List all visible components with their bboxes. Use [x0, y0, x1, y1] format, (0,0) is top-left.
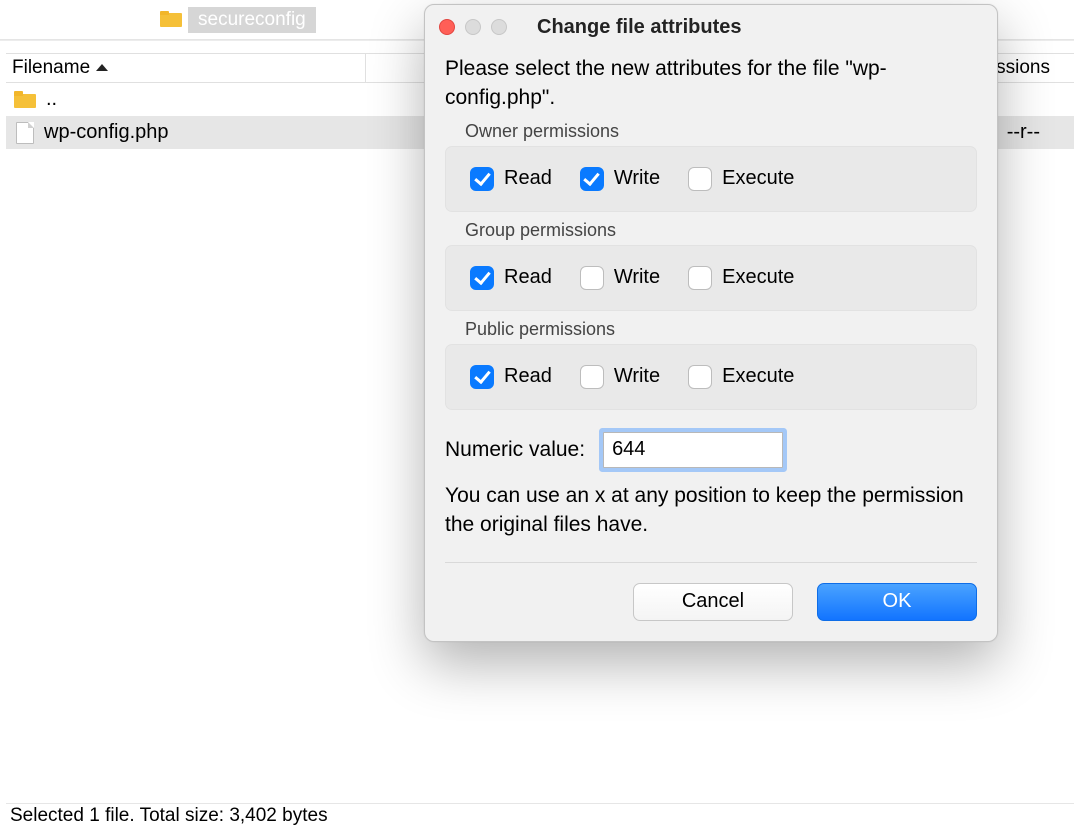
- owner-write-checkbox[interactable]: Write: [580, 167, 660, 191]
- checkbox-label: Execute: [722, 365, 794, 388]
- permissions-cell: --r--: [1007, 121, 1074, 144]
- group-box: Read Write Execute: [445, 344, 977, 410]
- public-permissions-group: Public permissions Read Write Execute: [445, 319, 977, 410]
- checkbox-icon: [688, 167, 712, 191]
- owner-permissions-group: Owner permissions Read Write Execute: [445, 121, 977, 212]
- column-header-permissions[interactable]: ssions: [996, 57, 1074, 79]
- checkbox-label: Write: [614, 266, 660, 289]
- checkbox-label: Write: [614, 365, 660, 388]
- minimize-icon: [465, 19, 481, 35]
- close-icon[interactable]: [439, 19, 455, 35]
- dialog-titlebar: Change file attributes: [425, 5, 997, 49]
- column-header-filename[interactable]: Filename: [6, 54, 366, 82]
- column-header-filename-label: Filename: [12, 57, 90, 79]
- owner-execute-checkbox[interactable]: Execute: [688, 167, 794, 191]
- sort-ascending-icon: [96, 64, 108, 71]
- dialog-prompt: Please select the new attributes for the…: [445, 55, 977, 113]
- checkbox-label: Read: [504, 365, 552, 388]
- checkbox-icon: [580, 266, 604, 290]
- group-read-checkbox[interactable]: Read: [470, 266, 552, 290]
- change-attributes-dialog: Change file attributes Please select the…: [424, 4, 998, 642]
- status-bar: Selected 1 file. Total size: 3,402 bytes: [0, 802, 1074, 830]
- numeric-hint: You can use an x at any position to keep…: [445, 482, 977, 540]
- checkbox-icon: [580, 167, 604, 191]
- dialog-body: Please select the new attributes for the…: [425, 49, 997, 641]
- file-icon: [16, 122, 34, 144]
- ok-button[interactable]: OK: [817, 583, 977, 621]
- dialog-title: Change file attributes: [537, 16, 741, 39]
- cancel-button[interactable]: Cancel: [633, 583, 793, 621]
- folder-icon: [160, 11, 182, 29]
- public-write-checkbox[interactable]: Write: [580, 365, 660, 389]
- checkbox-label: Write: [614, 167, 660, 190]
- checkbox-icon: [470, 365, 494, 389]
- numeric-value-label: Numeric value:: [445, 438, 585, 462]
- group-permissions-group: Group permissions Read Write Execute: [445, 220, 977, 311]
- owner-read-checkbox[interactable]: Read: [470, 167, 552, 191]
- numeric-value-row: Numeric value:: [445, 432, 977, 468]
- checkbox-icon: [688, 266, 712, 290]
- numeric-value-input[interactable]: [603, 432, 783, 468]
- checkbox-label: Execute: [722, 266, 794, 289]
- checkbox-icon: [470, 167, 494, 191]
- public-execute-checkbox[interactable]: Execute: [688, 365, 794, 389]
- zoom-icon: [491, 19, 507, 35]
- checkbox-label: Read: [504, 167, 552, 190]
- group-execute-checkbox[interactable]: Execute: [688, 266, 794, 290]
- group-title: Owner permissions: [445, 121, 977, 142]
- checkbox-icon: [470, 266, 494, 290]
- path-current-folder[interactable]: secureconfig: [188, 7, 316, 33]
- folder-icon: [14, 91, 36, 109]
- separator: [445, 562, 977, 563]
- group-box: Read Write Execute: [445, 146, 977, 212]
- checkbox-label: Execute: [722, 167, 794, 190]
- filename-label: ..: [46, 88, 57, 111]
- public-read-checkbox[interactable]: Read: [470, 365, 552, 389]
- group-box: Read Write Execute: [445, 245, 977, 311]
- filename-label: wp-config.php: [44, 121, 169, 144]
- dialog-buttons: Cancel OK: [445, 583, 977, 621]
- group-write-checkbox[interactable]: Write: [580, 266, 660, 290]
- checkbox-icon: [688, 365, 712, 389]
- group-title: Public permissions: [445, 319, 977, 340]
- window-controls: [439, 19, 507, 35]
- group-title: Group permissions: [445, 220, 977, 241]
- checkbox-label: Read: [504, 266, 552, 289]
- checkbox-icon: [580, 365, 604, 389]
